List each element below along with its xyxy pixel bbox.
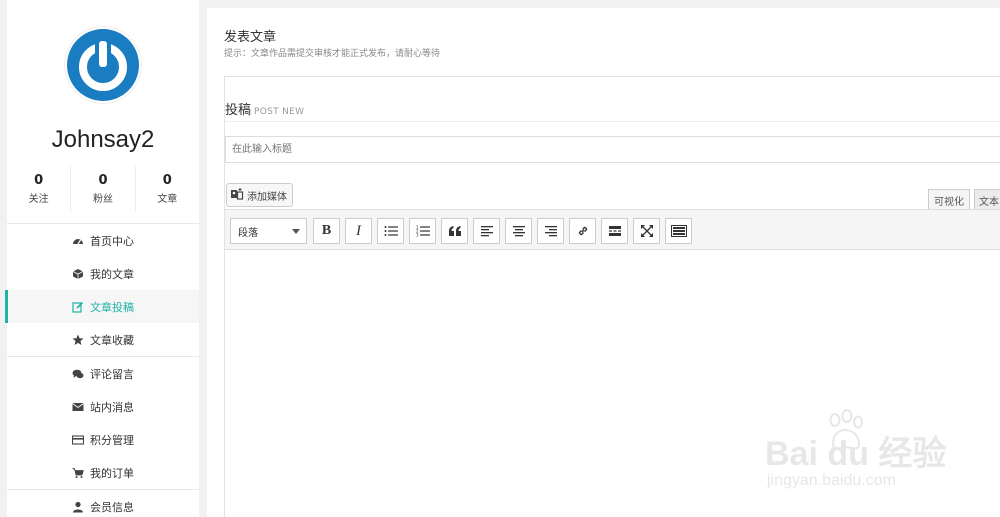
- editor-toolbar: 段落 B I 123: [225, 209, 1000, 250]
- cart-icon: [72, 467, 84, 479]
- format-select-value: 段落: [238, 227, 258, 239]
- sidebar-item-favorites[interactable]: 文章收藏: [7, 323, 199, 356]
- stat-value: 0: [34, 173, 44, 188]
- sidebar-item-label: 文章投稿: [90, 300, 134, 314]
- tab-text[interactable]: 文本: [974, 189, 1000, 210]
- quote-icon: [448, 226, 461, 236]
- comments-icon: [72, 368, 84, 380]
- align-center-icon: [512, 226, 525, 237]
- media-icon: [230, 187, 244, 204]
- bullet-list-button[interactable]: [377, 218, 404, 244]
- post-heading-sub: POST NEW: [254, 107, 305, 117]
- sidebar-item-member-info[interactable]: 会员信息: [7, 490, 199, 517]
- sidebar-item-points[interactable]: 积分管理: [7, 423, 199, 456]
- add-media-label: 添加媒体: [247, 191, 287, 203]
- insert-link-button[interactable]: [569, 218, 596, 244]
- watermark-brand: Bai du 经验: [765, 435, 947, 473]
- sidebar-item-label: 积分管理: [90, 433, 134, 447]
- align-right-icon: [544, 226, 557, 237]
- italic-button[interactable]: I: [345, 218, 372, 244]
- numbered-list-icon: 123: [416, 225, 430, 237]
- sidebar-menu: 首页中心 我的文章 文章投稿 文章收藏 评论留言 站内消息 积分管理 我的订单 …: [5, 223, 199, 517]
- blockquote-button[interactable]: [441, 218, 468, 244]
- credit-card-icon: [72, 434, 84, 446]
- watermark-url: jingyan.baidu.com: [767, 472, 896, 489]
- align-left-icon: [480, 226, 493, 237]
- bold-icon: B: [321, 223, 332, 238]
- sidebar-item-comments[interactable]: 评论留言: [7, 357, 199, 390]
- stat-articles[interactable]: 0 文章: [136, 166, 199, 212]
- sidebar-item-orders[interactable]: 我的订单: [7, 456, 199, 489]
- divider: [225, 121, 1000, 122]
- sidebar-item-label: 站内消息: [90, 400, 134, 414]
- star-icon: [72, 334, 84, 346]
- read-more-icon: [608, 226, 621, 236]
- dashboard-icon: [72, 235, 84, 247]
- sidebar-item-label: 我的文章: [90, 267, 134, 281]
- title-input[interactable]: [225, 136, 1000, 163]
- chevron-down-icon: [292, 229, 300, 234]
- sidebar-item-submit-article[interactable]: 文章投稿: [5, 290, 199, 323]
- username: Johnsay2: [51, 126, 155, 153]
- italic-icon: I: [356, 222, 361, 239]
- page-title: 发表文章: [224, 30, 277, 45]
- stat-label: 文章: [157, 194, 178, 205]
- post-heading-label: 投稿: [225, 103, 252, 118]
- sidebar-item-label: 文章收藏: [90, 333, 134, 347]
- profile-stats: 0 关注 0 粉丝 0 文章: [7, 166, 199, 212]
- stat-label: 关注: [28, 194, 49, 205]
- page-hint: 提示：文章作品需提交审核才能正式发布，请耐心等待: [224, 49, 441, 59]
- sidebar-item-messages[interactable]: 站内消息: [7, 390, 199, 423]
- align-left-button[interactable]: [473, 218, 500, 244]
- sidebar-item-dashboard[interactable]: 首页中心: [7, 224, 199, 257]
- format-select[interactable]: 段落: [230, 218, 307, 244]
- add-media-button[interactable]: 添加媒体: [226, 183, 293, 207]
- user-icon: [72, 501, 84, 513]
- tab-visual[interactable]: 可视化: [928, 189, 970, 210]
- bold-button[interactable]: B: [313, 218, 340, 244]
- stat-value: 0: [98, 173, 108, 188]
- envelope-icon: [72, 401, 84, 413]
- align-center-button[interactable]: [505, 218, 532, 244]
- sidebar: Johnsay2 0 关注 0 粉丝 0 文章 首页中心 我的文章 文章投稿 文…: [5, 0, 199, 517]
- bullet-list-icon: [384, 226, 398, 236]
- stat-label: 粉丝: [92, 194, 113, 205]
- numbered-list-button[interactable]: 123: [409, 218, 436, 244]
- edit-icon: [72, 301, 84, 313]
- stat-followers[interactable]: 0 粉丝: [71, 166, 136, 212]
- read-more-button[interactable]: [601, 218, 628, 244]
- sidebar-item-label: 首页中心: [90, 234, 134, 248]
- fullscreen-button[interactable]: [633, 218, 660, 244]
- link-icon: [578, 226, 587, 236]
- avatar[interactable]: [65, 27, 141, 103]
- stat-value: 0: [162, 173, 172, 188]
- align-right-button[interactable]: [537, 218, 564, 244]
- cube-icon: [72, 268, 84, 280]
- post-heading: 投稿 POST NEW: [225, 99, 304, 118]
- sidebar-item-label: 会员信息: [90, 500, 134, 514]
- sidebar-item-my-articles[interactable]: 我的文章: [7, 257, 199, 290]
- keyboard-icon: [670, 225, 687, 237]
- watermark: Bai du 经验 jingyan.baidu.com: [765, 408, 965, 498]
- sidebar-item-label: 评论留言: [90, 367, 134, 381]
- fullscreen-icon: [640, 225, 653, 237]
- toolbar-toggle-button[interactable]: [665, 218, 692, 244]
- stat-following[interactable]: 0 关注: [7, 166, 72, 212]
- svg-text:3: 3: [416, 233, 419, 238]
- power-logo-icon: [67, 29, 139, 101]
- sidebar-item-label: 我的订单: [90, 466, 134, 480]
